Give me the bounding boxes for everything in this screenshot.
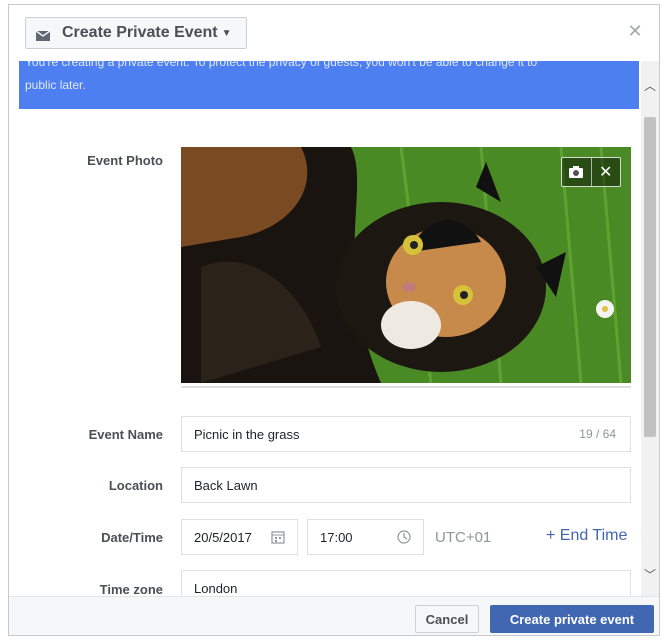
event-name-label: Event Name xyxy=(88,427,163,442)
location-value: Back Lawn xyxy=(194,477,258,493)
cancel-button[interactable]: Cancel xyxy=(415,605,479,633)
date-value: 20/5/2017 xyxy=(194,529,252,545)
scrollbar-thumb[interactable] xyxy=(644,117,656,437)
time-input[interactable]: 17:00 xyxy=(307,519,424,555)
event-name-input[interactable]: Picnic in the grass 19 / 64 xyxy=(181,416,631,452)
timezone-offset: UTC+01 xyxy=(435,529,492,546)
event-name-counter: 19 / 64 xyxy=(579,427,616,441)
dialog-header: Create Private Event ▼ ✕ xyxy=(9,5,659,61)
location-label: Location xyxy=(108,478,163,493)
add-end-time-link[interactable]: + End Time xyxy=(546,527,627,545)
caret-down-icon: ▼ xyxy=(221,27,232,39)
notice-text-line2: public later. xyxy=(25,78,86,92)
close-icon[interactable]: ✕ xyxy=(623,19,647,43)
scroll-up-icon[interactable]: ︿ xyxy=(643,77,657,93)
event-type-label: Create Private Event xyxy=(62,24,218,41)
scroll-down-icon[interactable]: ﹀ xyxy=(643,566,657,582)
timezone-input[interactable]: London xyxy=(181,570,631,596)
photo-divider xyxy=(181,386,631,388)
envelope-icon xyxy=(35,28,51,41)
dialog-body[interactable]: You're creating a private event. To prot… xyxy=(9,61,643,596)
create-event-dialog: Create Private Event ▼ ✕ You're creating… xyxy=(8,4,660,636)
dialog-footer: Cancel Create private event xyxy=(9,596,659,635)
time-value: 17:00 xyxy=(320,529,353,545)
date-input[interactable]: 20/5/2017 xyxy=(181,519,298,555)
event-type-dropdown[interactable]: Create Private Event ▼ xyxy=(25,17,247,49)
clock-icon[interactable] xyxy=(397,530,411,544)
create-private-event-button[interactable]: Create private event xyxy=(490,605,654,633)
camera-icon[interactable] xyxy=(562,158,591,186)
event-photo-label: Event Photo xyxy=(87,153,163,168)
timezone-label: Time zone xyxy=(99,582,163,596)
photo-tools: ✕ xyxy=(561,157,621,187)
event-name-value: Picnic in the grass xyxy=(194,426,300,442)
notice-text-line1: You're creating a private event. To prot… xyxy=(25,61,538,69)
privacy-notice: You're creating a private event. To prot… xyxy=(19,61,639,109)
event-photo: ✕ xyxy=(181,147,631,383)
remove-photo-icon[interactable]: ✕ xyxy=(590,158,621,186)
scrollbar[interactable]: ︿ ﹀ xyxy=(641,61,659,596)
datetime-label: Date/Time xyxy=(101,530,163,545)
location-input[interactable]: Back Lawn xyxy=(181,467,631,503)
timezone-value: London xyxy=(194,580,238,596)
calendar-icon[interactable] xyxy=(271,530,285,544)
